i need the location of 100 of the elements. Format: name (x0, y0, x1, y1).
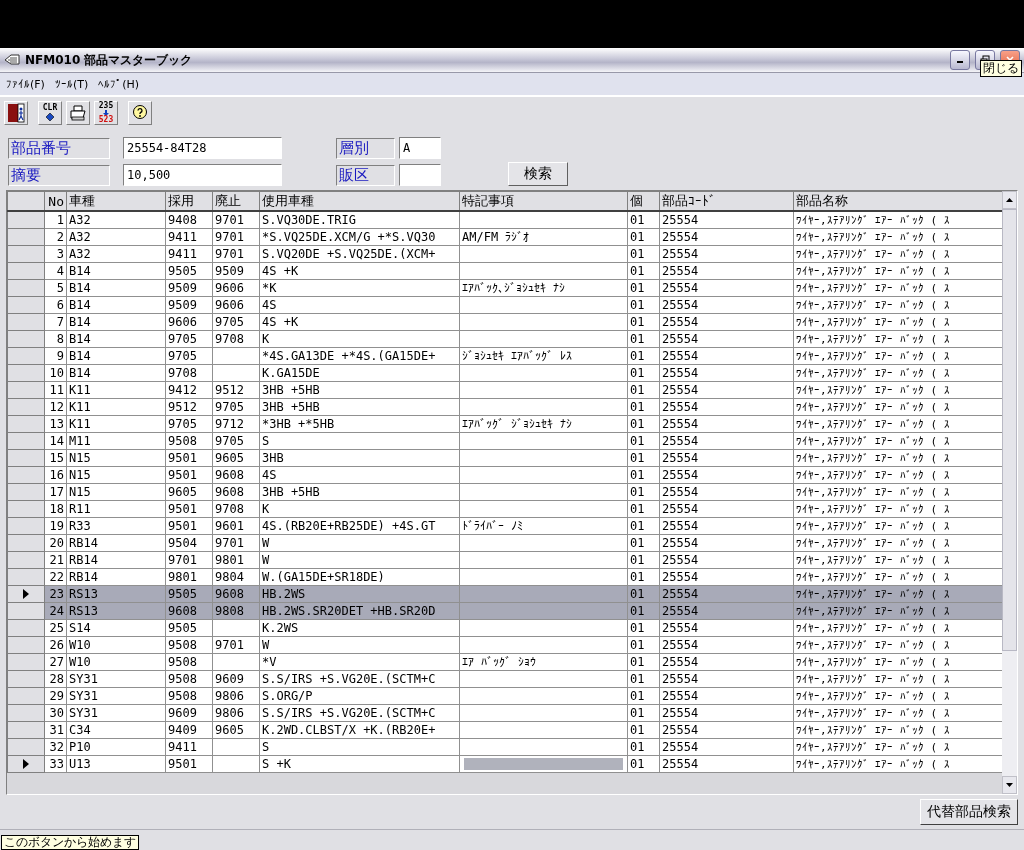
field-label: 層別 (336, 137, 395, 159)
table-cell: 9508 (165, 670, 213, 688)
table-cell: 9705 (212, 398, 260, 416)
table-cell: W10 (66, 636, 166, 654)
table-cell: 25554 (659, 228, 794, 246)
table-cell: RB14 (66, 534, 166, 552)
table-cell: 9501 (165, 449, 213, 467)
table-cell: 01 (627, 313, 660, 331)
table-cell: 01 (627, 721, 660, 739)
table-cell: *K (259, 279, 460, 297)
table-cell: 9705 (212, 313, 260, 331)
table-cell: N15 (66, 466, 166, 484)
table-cell: B14 (66, 279, 166, 297)
table-cell: SY31 (66, 670, 166, 688)
table-cell: K.2WD.CLBST/X +K.(RB20E+ (259, 721, 460, 739)
table-cell: 01 (627, 585, 660, 603)
table-cell: 23 (44, 585, 67, 603)
table-cell: 4S.(RB20E+RB25DE) +4S.GT (259, 517, 460, 535)
table-cell: 24 (44, 602, 67, 620)
table-cell: 9408 (165, 211, 213, 229)
table-cell: 1 (44, 211, 67, 229)
table-cell: 25554 (659, 653, 794, 671)
table-cell: 9705 (165, 330, 213, 348)
table-cell: 01 (627, 534, 660, 552)
table-cell: 01 (627, 653, 660, 671)
table-cell: 25554 (659, 449, 794, 467)
table-cell: 2 (44, 228, 67, 246)
table-cell: 16 (44, 466, 67, 484)
table-cell: 9701 (165, 551, 213, 569)
close-tooltip: 閉じる (980, 60, 1022, 77)
table-cell: RB14 (66, 551, 166, 569)
table-cell: ｴｱ ﾊﾞｯｸﾞ ｼｮｳ (459, 653, 628, 671)
table-cell: 25554 (659, 517, 794, 535)
table-cell: S.ORG/P (259, 687, 460, 705)
table-cell: 7 (44, 313, 67, 331)
table-cell: 9705 (165, 347, 213, 365)
table-cell: 9501 (165, 466, 213, 484)
table-cell: 9701 (212, 636, 260, 654)
table-cell: ﾄﾞﾗｲﾊﾞｰ ﾉﾐ (459, 517, 628, 535)
table-cell: K (259, 330, 460, 348)
table-cell: N15 (66, 449, 166, 467)
table-cell: B14 (66, 364, 166, 382)
table-cell: 25554 (659, 602, 794, 620)
table-cell: ｴｱﾊﾞｯｸ､ｼﾞｮｼｭｾｷ ﾅｼ (459, 279, 628, 297)
table-cell: K.2WS (259, 619, 460, 637)
table-cell: 25554 (659, 398, 794, 416)
table-cell: 9509 (212, 262, 260, 280)
table-cell: A32 (66, 228, 166, 246)
table-cell: 17 (44, 483, 67, 501)
table-cell: 01 (627, 364, 660, 382)
table-cell: P10 (66, 738, 166, 756)
table-cell: 9606 (212, 296, 260, 314)
table-cell: 3HB (259, 449, 460, 467)
table-cell: B14 (66, 313, 166, 331)
table-cell: W (259, 636, 460, 654)
table-cell: W10 (66, 653, 166, 671)
table-cell: 25554 (659, 466, 794, 484)
table-cell: 9712 (212, 415, 260, 433)
table-cell: 9505 (165, 619, 213, 637)
table-cell: 9605 (165, 483, 213, 501)
table-cell: 22 (44, 568, 67, 586)
table-cell: 25554 (659, 415, 794, 433)
table-cell: 01 (627, 568, 660, 586)
table-cell: 01 (627, 619, 660, 637)
table-cell: 01 (627, 415, 660, 433)
table-cell: 25 (44, 619, 67, 637)
table-cell: 14 (44, 432, 67, 450)
table-cell: S14 (66, 619, 166, 637)
table-cell: 01 (627, 347, 660, 365)
table-cell: S.S/IRS +S.VG20E.(SCTM+C (259, 704, 460, 722)
table-cell: 19 (44, 517, 67, 535)
table-cell: 01 (627, 449, 660, 467)
table-cell: SY31 (66, 687, 166, 705)
table-cell: S.VQ20DE +S.VQ25DE.(XCM+ (259, 245, 460, 263)
table-cell: 33 (44, 755, 67, 773)
table-cell: 01 (627, 602, 660, 620)
table-cell: 9411 (165, 228, 213, 246)
table-cell: S +K (259, 755, 460, 773)
table-cell: 25554 (659, 585, 794, 603)
table-cell: 5 (44, 279, 67, 297)
table-cell: 9806 (212, 687, 260, 705)
table-cell: S (259, 738, 460, 756)
table-cell: 9605 (212, 449, 260, 467)
table-cell: 9501 (165, 500, 213, 518)
table-cell: 13 (44, 415, 67, 433)
table-cell: B14 (66, 262, 166, 280)
window-title: NFM010 部品マスターブック (25, 51, 194, 69)
table-cell: C34 (66, 721, 166, 739)
table-cell: 4S (259, 466, 460, 484)
table-cell: RS13 (66, 585, 166, 603)
table-cell: 9501 (165, 755, 213, 773)
table-cell: K (259, 500, 460, 518)
table-cell: 9608 (212, 483, 260, 501)
table-cell: 9505 (165, 262, 213, 280)
table-cell: K11 (66, 381, 166, 399)
table-cell: 32 (44, 738, 67, 756)
table-cell: 25554 (659, 279, 794, 297)
table-cell: 25554 (659, 364, 794, 382)
table-cell: 25554 (659, 262, 794, 280)
table-cell: K.GA15DE (259, 364, 460, 382)
